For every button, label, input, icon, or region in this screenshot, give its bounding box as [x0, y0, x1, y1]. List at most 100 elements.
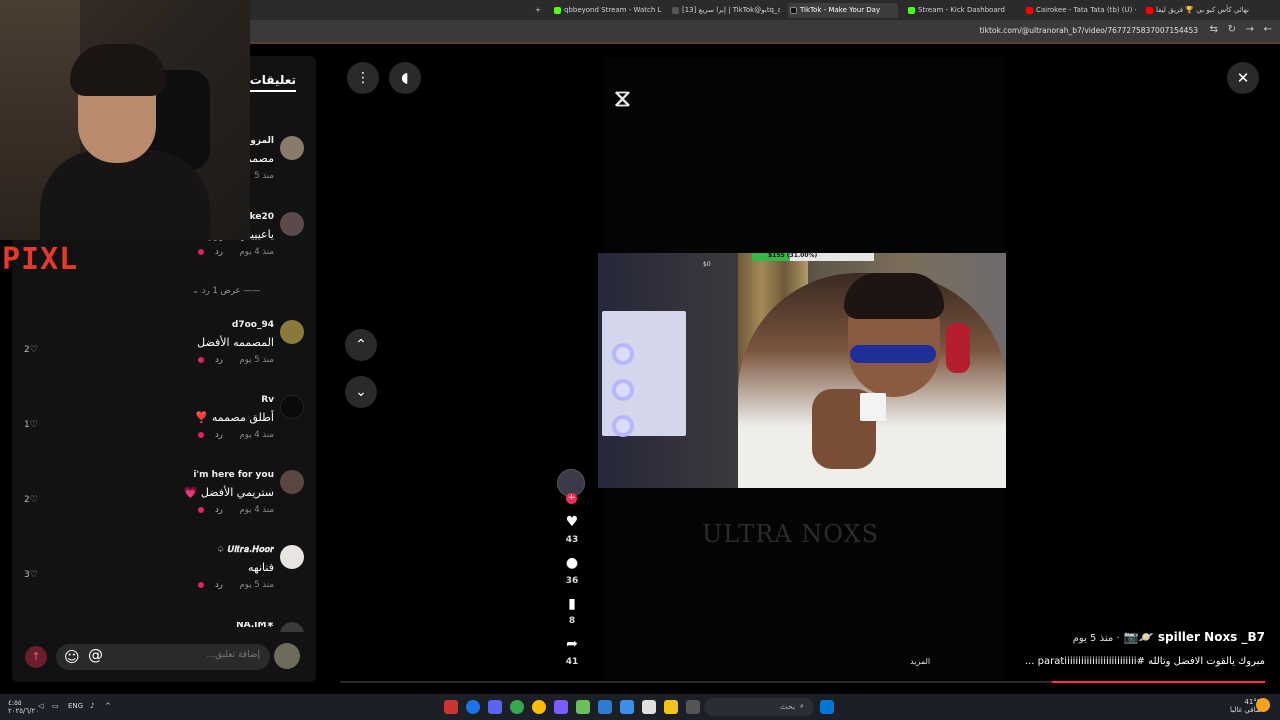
- app-icon[interactable]: [444, 700, 458, 714]
- taskbar-search[interactable]: [704, 698, 814, 716]
- like-button[interactable]: 2♡: [24, 495, 38, 505]
- comment-input[interactable]: [140, 650, 260, 660]
- app-icon[interactable]: [598, 700, 612, 714]
- tray-chevron-icon[interactable]: ^: [105, 702, 111, 710]
- heart-outline-icon: ♡: [29, 495, 38, 505]
- kick-icon: [908, 7, 915, 14]
- mention-icon[interactable]: @: [88, 646, 103, 664]
- video-fan: [612, 379, 634, 401]
- network-icon[interactable]: ▭: [52, 702, 59, 710]
- creator-liked-icon: [198, 431, 205, 438]
- emoji-icon[interactable]: ☺: [64, 648, 80, 666]
- new-tab-button[interactable]: +: [533, 3, 547, 18]
- speaker-icon: ◖: [401, 70, 409, 86]
- close-button[interactable]: ✕: [1227, 62, 1259, 94]
- share-icon[interactable]: ➦: [562, 636, 582, 652]
- app-icon[interactable]: [554, 700, 568, 714]
- comment-meta: منذ 5 يوم رد: [198, 580, 274, 590]
- comment-meta: منذ 4 يوم رد: [198, 505, 274, 515]
- reply-button[interactable]: رد: [215, 355, 223, 365]
- clock[interactable]: ٤:٥٥ ٢٠٢٥/٦/٢٠: [8, 699, 39, 715]
- minecraft-icon[interactable]: [576, 700, 590, 714]
- avatar[interactable]: [280, 136, 304, 160]
- app-icon[interactable]: [620, 700, 634, 714]
- more-options-button[interactable]: ⋮: [347, 62, 379, 94]
- tab-kick-dashboard[interactable]: Stream - Kick Dashboard: [906, 3, 1016, 18]
- video-person-hair: [844, 273, 944, 319]
- comment-meta: منذ 4 يوم رد: [198, 430, 274, 440]
- author-name[interactable]: spiller Noxs _B7 🪐📷: [1124, 630, 1265, 644]
- more-button[interactable]: المزيد: [910, 657, 930, 666]
- avatar[interactable]: [280, 622, 304, 632]
- tab-tiktok-1[interactable]: [13] إبرا سريع | TikTok@بوtq_ai: [670, 3, 780, 18]
- webcam-person-body: [40, 150, 210, 240]
- reply-button[interactable]: رد: [215, 580, 223, 590]
- video-cup: [860, 393, 886, 421]
- tab-youtube-cairokee[interactable]: Cairokee - Tata Tata (tb) (U) -- ت: [1024, 3, 1136, 18]
- avatar[interactable]: [280, 320, 304, 344]
- reply-button[interactable]: رد: [215, 430, 223, 440]
- like-button[interactable]: 1♡: [24, 420, 38, 430]
- reply-button[interactable]: رد: [215, 247, 223, 257]
- chrome-icon[interactable]: [466, 700, 480, 714]
- back-icon[interactable]: ←: [1264, 24, 1272, 35]
- video-caption[interactable]: مبروك يالقوت الافضل وتالله #paratiiiiiii…: [1025, 656, 1265, 667]
- notification-icon[interactable]: ◁: [38, 702, 43, 710]
- address-bar[interactable]: tiktok.com/@ultranorah_b7/video/76772758…: [250, 20, 1280, 42]
- comment-username[interactable]: i'm here for you: [193, 470, 274, 480]
- view-replies-button[interactable]: —— عرض 1 رد ⌄: [192, 286, 260, 296]
- avatar[interactable]: [280, 470, 304, 494]
- app-icon[interactable]: [642, 700, 656, 714]
- tiktok-icon: [790, 7, 797, 14]
- creator-liked-icon: [198, 248, 205, 255]
- forward-icon[interactable]: →: [1246, 24, 1254, 35]
- kick-icon: [554, 7, 561, 14]
- heart-icon[interactable]: ♥: [562, 514, 582, 530]
- previous-video-button[interactable]: ⌃: [345, 329, 377, 361]
- bookmark-icon[interactable]: ▮: [562, 596, 582, 612]
- follow-button[interactable]: +: [566, 493, 577, 504]
- tab-youtube-final[interactable]: نهائي كأس كيو بي 🏆 فريق ليفا: [1144, 3, 1256, 18]
- youtube-icon: [1026, 7, 1033, 14]
- translate-icon[interactable]: ⇆: [1210, 24, 1218, 35]
- comment-username[interactable]: ke20: [250, 212, 274, 222]
- comments-tab[interactable]: تعليقات: [249, 73, 296, 92]
- tab-kick-qbbeyond[interactable]: qbbeyond Stream - Watch Live: [552, 3, 662, 18]
- app-icon[interactable]: [686, 700, 700, 714]
- avatar[interactable]: [280, 395, 304, 419]
- post-time: · منذ 5 يوم: [1072, 633, 1120, 644]
- comment-username[interactable]: d7oo_94: [232, 320, 274, 330]
- comment-time: منذ 4 يوم: [239, 505, 274, 515]
- like-button[interactable]: 2♡: [24, 345, 38, 355]
- like-button[interactable]: 3♡: [24, 570, 38, 580]
- windows-start-icon[interactable]: [820, 700, 834, 714]
- kebab-icon: ⋮: [356, 70, 370, 86]
- reply-button[interactable]: رد: [215, 505, 223, 515]
- audio-button[interactable]: ◖: [389, 62, 421, 94]
- video-content[interactable]: [598, 253, 1006, 488]
- comment-time: منذ 4 يوم: [239, 247, 274, 257]
- avatar[interactable]: [280, 545, 304, 569]
- reload-icon[interactable]: ↻: [1228, 24, 1236, 35]
- url-text[interactable]: tiktok.com/@ultranorah_b7/video/76772758…: [980, 26, 1198, 35]
- pixl-logo: PIXL: [2, 242, 79, 277]
- comment-text: ستريمي الأفضل 💗: [183, 486, 274, 499]
- comment-username[interactable]: Rv: [261, 395, 274, 405]
- language-indicator[interactable]: ENG: [68, 702, 83, 710]
- avatar[interactable]: [274, 643, 300, 669]
- avatar[interactable]: [280, 212, 304, 236]
- comment-username[interactable]: 𝑼𝒍𝒕𝒓𝒂.𝑯𝒐𝒐𝒓 ♤: [216, 545, 274, 555]
- heart-outline-icon: ♡: [29, 345, 38, 355]
- chrome-icon[interactable]: [532, 700, 546, 714]
- next-video-button[interactable]: ⌄: [345, 376, 377, 408]
- comment-icon[interactable]: ●: [562, 555, 582, 571]
- tab-tiktok-active[interactable]: TikTok - Make Your Day: [788, 3, 898, 18]
- chrome-icon[interactable]: [510, 700, 524, 714]
- volume-icon[interactable]: ♪: [90, 702, 94, 710]
- send-button[interactable]: ↑: [25, 646, 47, 668]
- comment-meta: منذ 5 يوم رد: [198, 355, 274, 365]
- comment-username[interactable]: ∗NA.IM: [236, 622, 274, 630]
- folder-icon[interactable]: [664, 700, 678, 714]
- discord-icon[interactable]: [488, 700, 502, 714]
- comment-text: أطلق مصممه ❣️: [194, 411, 274, 424]
